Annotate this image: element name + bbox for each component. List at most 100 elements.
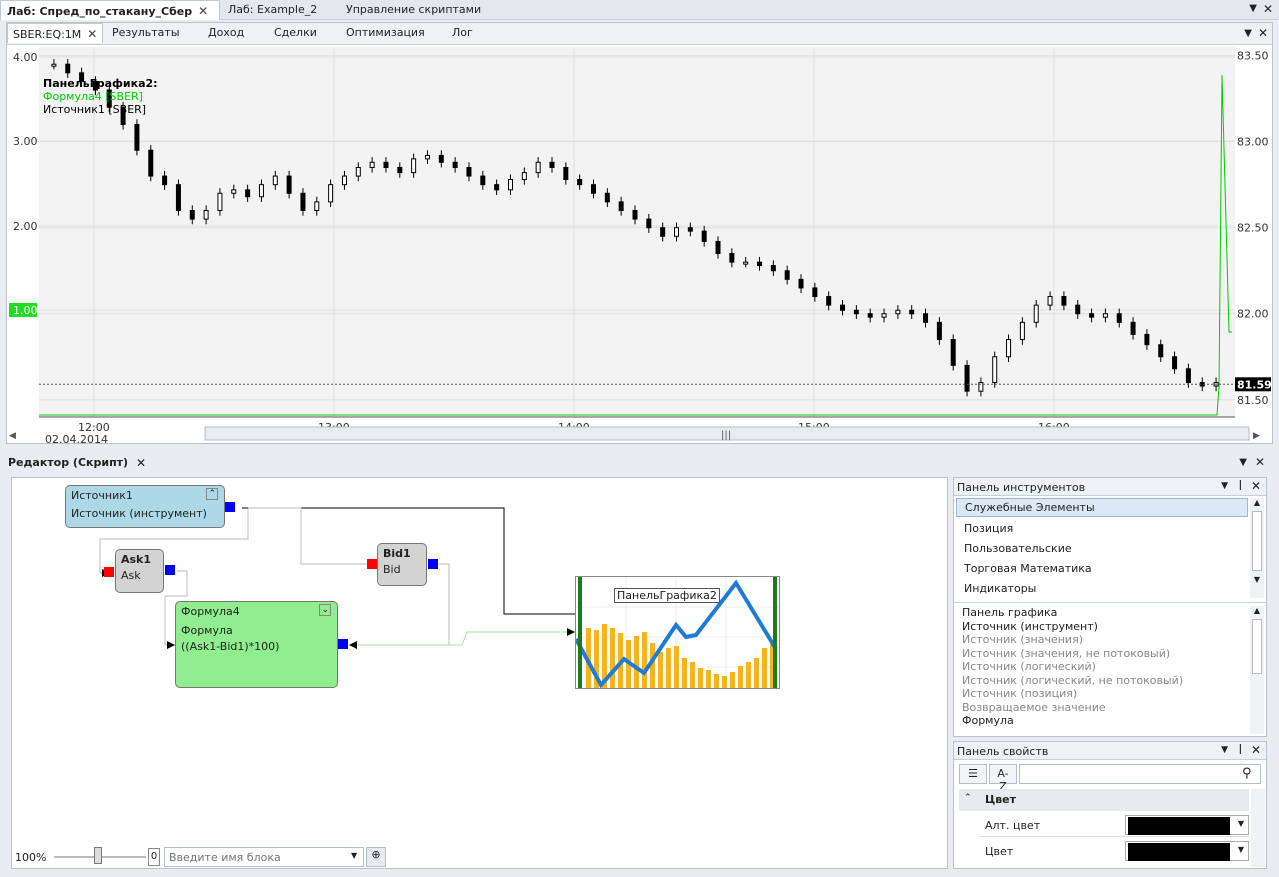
doc-tab-lab-example[interactable]: Лаб: Example_2 [222, 0, 323, 20]
candle [590, 184, 596, 194]
formula-expression: ((Ask1-Bid1)*100) [181, 640, 280, 653]
connections [99, 507, 780, 649]
candle [258, 184, 264, 198]
subtab-optimization[interactable]: Оптимизация [341, 23, 430, 43]
collapse-icon: ⌃ [964, 793, 972, 803]
output-port[interactable] [338, 639, 348, 649]
mini-bar [682, 658, 687, 688]
zoom-slider-handle[interactable] [94, 847, 102, 864]
chevron-down-icon[interactable]: ▼ [1238, 819, 1244, 828]
tool-scrollbar[interactable]: ▲ [1250, 606, 1264, 734]
left-tick-label: 4.00 [13, 51, 38, 64]
tool-item[interactable]: Панель графика [962, 606, 1247, 620]
pin-icon[interactable]: ꟾ [1239, 744, 1242, 757]
node-ask[interactable]: Ask1 Ask [115, 549, 164, 593]
subtab-results[interactable]: Результаты [107, 23, 185, 43]
close-icon[interactable]: ✕ [136, 456, 146, 470]
node-chart-panel[interactable]: ПанельГрафика2 [574, 576, 780, 689]
chevron-down-icon[interactable]: ▼ [1244, 28, 1252, 39]
candle [950, 339, 956, 366]
tool-item[interactable]: Источник (инструмент) [962, 620, 1247, 634]
node-source[interactable]: Источник1 Источник (инструмент) ⌃ [65, 485, 225, 528]
right-tick-label: 83.50 [1237, 50, 1269, 63]
candle [923, 313, 929, 323]
close-icon[interactable]: ✕ [1251, 743, 1261, 757]
color-picker[interactable]: ▼ [1125, 841, 1249, 861]
candle [1144, 333, 1150, 346]
properties-scrollbar[interactable] [1251, 789, 1265, 867]
price-chart[interactable]: 4.00 3.00 2.00 1.00 83.50 83.00 82.50 82.00 81.5… [7, 45, 1272, 443]
candle [729, 253, 735, 263]
tool-item[interactable]: Источник (позиция) [962, 687, 1247, 701]
output-port[interactable] [428, 559, 438, 569]
category-item-position[interactable]: Позиция [956, 520, 1248, 537]
candle [743, 261, 749, 265]
candle [826, 296, 832, 306]
tool-item[interactable]: Источник (логический) [962, 660, 1247, 674]
close-icon[interactable]: ✕ [1255, 455, 1265, 469]
category-item-service[interactable]: Служебные Элементы [956, 498, 1248, 517]
search-icon[interactable]: ⚲ [1242, 766, 1252, 781]
pin-icon[interactable]: ꟾ [1239, 480, 1242, 493]
collapse-icon[interactable]: ⌃ [206, 488, 218, 500]
close-icon[interactable]: ✕ [198, 4, 208, 18]
category-item-trading-math[interactable]: Торговая Математика [956, 560, 1248, 577]
mini-bar [754, 658, 759, 688]
input-port[interactable] [104, 567, 114, 577]
input-port[interactable] [367, 559, 377, 569]
close-icon[interactable]: ✕ [1258, 26, 1268, 40]
candle [1172, 356, 1178, 370]
output-port[interactable] [225, 502, 235, 512]
subtab-trades[interactable]: Сделки [269, 23, 322, 43]
doc-tab-script-management[interactable]: Управление скриптами [340, 0, 487, 20]
mini-bar [666, 648, 671, 688]
property-section-color[interactable]: ⌃ Цвет [959, 789, 1249, 811]
close-icon[interactable]: ✕ [1263, 2, 1273, 16]
subtab-instrument[interactable]: SBER:EQ:1M ✕ [7, 23, 104, 43]
close-icon[interactable]: ✕ [87, 27, 97, 41]
binoculars-icon[interactable]: ⊕ [366, 847, 386, 867]
category-item-indicators[interactable]: Индикаторы [956, 580, 1248, 597]
tool-item[interactable]: Формула [962, 714, 1247, 728]
candle [798, 278, 804, 289]
block-search-input[interactable] [164, 847, 364, 867]
editor-canvas[interactable]: Источник1 Источник (инструмент) ⌃ Ask1 A… [11, 477, 948, 869]
close-icon[interactable]: ✕ [1251, 479, 1261, 493]
chevron-down-icon[interactable]: ▼ [351, 851, 357, 860]
expand-icon[interactable]: ⌄ [319, 604, 331, 616]
candle [646, 218, 652, 229]
tool-item[interactable]: Источник (значения) [962, 633, 1247, 647]
category-scrollbar[interactable]: ▲ ▼ [1250, 498, 1264, 598]
tool-item[interactable]: Источник (значения, не потоковый) [962, 647, 1247, 661]
chevron-down-icon[interactable]: ▼ [1221, 745, 1228, 755]
chevron-down-icon[interactable]: ▼ [1239, 457, 1247, 468]
scroll-grip-icon: ||| [721, 430, 731, 441]
chevron-down-icon[interactable]: ▼ [1249, 3, 1257, 14]
categorized-view-icon[interactable]: ☰ [959, 764, 987, 784]
candle [660, 227, 666, 237]
divider [954, 602, 1266, 603]
alt-color-picker[interactable]: ▼ [1125, 815, 1249, 835]
chevron-down-icon[interactable]: ▼ [1221, 481, 1228, 491]
properties-panel: Панель свойств ▼ ꟾ ✕ ☰ A-Z ⚲ ⌃ Цвет Алт.… [953, 741, 1267, 869]
mini-bar [722, 676, 727, 688]
category-item-custom[interactable]: Пользовательские [956, 540, 1248, 557]
candle [715, 240, 721, 255]
section-title: Цвет [985, 793, 1017, 806]
editor-header: Редактор (Скрипт) ✕ ▼ ✕ [6, 453, 1273, 473]
output-port[interactable] [165, 565, 175, 575]
property-search-input[interactable] [1019, 764, 1261, 784]
chevron-down-icon[interactable]: ▼ [1238, 845, 1244, 854]
legend-source: Источник1 [SBER] [43, 103, 146, 116]
node-bid[interactable]: Bid1 Bid [377, 543, 427, 586]
candle [1089, 313, 1095, 318]
tool-item[interactable]: Источник (логический, не потоковый) [962, 674, 1247, 688]
subtab-log[interactable]: Лог [447, 23, 478, 43]
doc-tab-lab-spread[interactable]: Лаб: Спред_по_стакану_Сбер ✕ [0, 0, 220, 20]
node-formula[interactable]: Формула4 Формула ((Ask1-Bid1)*100) ⌄ [175, 601, 338, 688]
subtab-income[interactable]: Доход [203, 23, 249, 43]
alphabetical-sort-button[interactable]: A-Z [989, 764, 1017, 793]
tool-item[interactable]: Возвращаемое значение [962, 701, 1247, 715]
node-title: Формула4 [181, 605, 240, 618]
zoom-value[interactable]: 0 [148, 848, 160, 866]
